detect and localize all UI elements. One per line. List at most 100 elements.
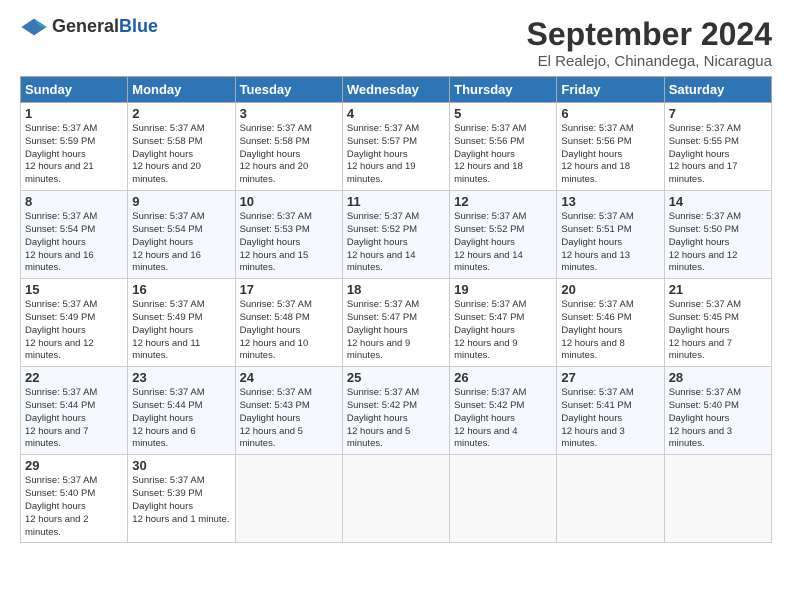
logo-blue: Blue xyxy=(119,16,158,36)
day-info: Sunrise: 5:37 AM Sunset: 5:44 PM Dayligh… xyxy=(25,387,123,451)
day-info: Sunrise: 5:37 AM Sunset: 5:47 PM Dayligh… xyxy=(347,299,445,363)
calendar-cell: 23 Sunrise: 5:37 AM Sunset: 5:44 PM Dayl… xyxy=(128,367,235,455)
day-info: Sunrise: 5:37 AM Sunset: 5:58 PM Dayligh… xyxy=(132,123,230,187)
calendar-cell xyxy=(342,455,449,543)
day-number: 16 xyxy=(132,282,230,297)
calendar-cell xyxy=(450,455,557,543)
col-thursday: Thursday xyxy=(450,77,557,103)
calendar-cell: 29 Sunrise: 5:37 AM Sunset: 5:40 PM Dayl… xyxy=(21,455,128,543)
day-number: 25 xyxy=(347,370,445,385)
day-info: Sunrise: 5:37 AM Sunset: 5:43 PM Dayligh… xyxy=(240,387,338,451)
day-info: Sunrise: 5:37 AM Sunset: 5:57 PM Dayligh… xyxy=(347,123,445,187)
day-info: Sunrise: 5:37 AM Sunset: 5:54 PM Dayligh… xyxy=(132,211,230,275)
day-info: Sunrise: 5:37 AM Sunset: 5:42 PM Dayligh… xyxy=(347,387,445,451)
day-number: 19 xyxy=(454,282,552,297)
day-info: Sunrise: 5:37 AM Sunset: 5:44 PM Dayligh… xyxy=(132,387,230,451)
col-monday: Monday xyxy=(128,77,235,103)
day-number: 29 xyxy=(25,458,123,473)
col-tuesday: Tuesday xyxy=(235,77,342,103)
day-info: Sunrise: 5:37 AM Sunset: 5:40 PM Dayligh… xyxy=(25,475,123,539)
day-info: Sunrise: 5:37 AM Sunset: 5:54 PM Dayligh… xyxy=(25,211,123,275)
day-info: Sunrise: 5:37 AM Sunset: 5:56 PM Dayligh… xyxy=(561,123,659,187)
day-number: 11 xyxy=(347,194,445,209)
calendar-cell: 10 Sunrise: 5:37 AM Sunset: 5:53 PM Dayl… xyxy=(235,191,342,279)
day-info: Sunrise: 5:37 AM Sunset: 5:59 PM Dayligh… xyxy=(25,123,123,187)
page-header: GeneralBlue September 2024 El Realejo, C… xyxy=(20,16,772,70)
calendar-cell: 25 Sunrise: 5:37 AM Sunset: 5:42 PM Dayl… xyxy=(342,367,449,455)
calendar-header-row: Sunday Monday Tuesday Wednesday Thursday… xyxy=(21,77,772,103)
logo: GeneralBlue xyxy=(20,16,158,37)
calendar-cell: 4 Sunrise: 5:37 AM Sunset: 5:57 PM Dayli… xyxy=(342,103,449,191)
day-number: 6 xyxy=(561,106,659,121)
day-number: 2 xyxy=(132,106,230,121)
day-number: 9 xyxy=(132,194,230,209)
title-section: September 2024 El Realejo, Chinandega, N… xyxy=(527,16,772,70)
page-container: GeneralBlue September 2024 El Realejo, C… xyxy=(0,0,792,559)
day-info: Sunrise: 5:37 AM Sunset: 5:55 PM Dayligh… xyxy=(669,123,767,187)
day-number: 14 xyxy=(669,194,767,209)
day-number: 21 xyxy=(669,282,767,297)
calendar-cell: 12 Sunrise: 5:37 AM Sunset: 5:52 PM Dayl… xyxy=(450,191,557,279)
calendar-cell: 9 Sunrise: 5:37 AM Sunset: 5:54 PM Dayli… xyxy=(128,191,235,279)
day-info: Sunrise: 5:37 AM Sunset: 5:39 PM Dayligh… xyxy=(132,475,230,526)
day-number: 27 xyxy=(561,370,659,385)
calendar-week-2: 8 Sunrise: 5:37 AM Sunset: 5:54 PM Dayli… xyxy=(21,191,772,279)
day-info: Sunrise: 5:37 AM Sunset: 5:49 PM Dayligh… xyxy=(25,299,123,363)
calendar-cell: 16 Sunrise: 5:37 AM Sunset: 5:49 PM Dayl… xyxy=(128,279,235,367)
day-number: 8 xyxy=(25,194,123,209)
calendar-cell: 20 Sunrise: 5:37 AM Sunset: 5:46 PM Dayl… xyxy=(557,279,664,367)
calendar-cell: 7 Sunrise: 5:37 AM Sunset: 5:55 PM Dayli… xyxy=(664,103,771,191)
calendar-cell: 19 Sunrise: 5:37 AM Sunset: 5:47 PM Dayl… xyxy=(450,279,557,367)
day-info: Sunrise: 5:37 AM Sunset: 5:58 PM Dayligh… xyxy=(240,123,338,187)
day-info: Sunrise: 5:37 AM Sunset: 5:52 PM Dayligh… xyxy=(347,211,445,275)
calendar-cell: 27 Sunrise: 5:37 AM Sunset: 5:41 PM Dayl… xyxy=(557,367,664,455)
generalblue-logo-icon xyxy=(20,17,48,37)
day-number: 30 xyxy=(132,458,230,473)
logo-text: GeneralBlue xyxy=(52,16,158,37)
calendar-cell xyxy=(557,455,664,543)
day-info: Sunrise: 5:37 AM Sunset: 5:46 PM Dayligh… xyxy=(561,299,659,363)
day-number: 12 xyxy=(454,194,552,209)
day-info: Sunrise: 5:37 AM Sunset: 5:52 PM Dayligh… xyxy=(454,211,552,275)
calendar-cell: 22 Sunrise: 5:37 AM Sunset: 5:44 PM Dayl… xyxy=(21,367,128,455)
calendar-cell: 5 Sunrise: 5:37 AM Sunset: 5:56 PM Dayli… xyxy=(450,103,557,191)
day-info: Sunrise: 5:37 AM Sunset: 5:42 PM Dayligh… xyxy=(454,387,552,451)
calendar-cell: 30 Sunrise: 5:37 AM Sunset: 5:39 PM Dayl… xyxy=(128,455,235,543)
calendar-cell: 24 Sunrise: 5:37 AM Sunset: 5:43 PM Dayl… xyxy=(235,367,342,455)
day-number: 10 xyxy=(240,194,338,209)
calendar-cell xyxy=(664,455,771,543)
col-wednesday: Wednesday xyxy=(342,77,449,103)
day-number: 7 xyxy=(669,106,767,121)
day-number: 28 xyxy=(669,370,767,385)
day-number: 5 xyxy=(454,106,552,121)
day-number: 22 xyxy=(25,370,123,385)
calendar-cell: 28 Sunrise: 5:37 AM Sunset: 5:40 PM Dayl… xyxy=(664,367,771,455)
calendar-cell: 11 Sunrise: 5:37 AM Sunset: 5:52 PM Dayl… xyxy=(342,191,449,279)
day-info: Sunrise: 5:37 AM Sunset: 5:51 PM Dayligh… xyxy=(561,211,659,275)
day-info: Sunrise: 5:37 AM Sunset: 5:56 PM Dayligh… xyxy=(454,123,552,187)
calendar-cell: 17 Sunrise: 5:37 AM Sunset: 5:48 PM Dayl… xyxy=(235,279,342,367)
calendar-cell: 21 Sunrise: 5:37 AM Sunset: 5:45 PM Dayl… xyxy=(664,279,771,367)
calendar-cell: 13 Sunrise: 5:37 AM Sunset: 5:51 PM Dayl… xyxy=(557,191,664,279)
calendar-week-5: 29 Sunrise: 5:37 AM Sunset: 5:40 PM Dayl… xyxy=(21,455,772,543)
day-info: Sunrise: 5:37 AM Sunset: 5:50 PM Dayligh… xyxy=(669,211,767,275)
calendar-week-1: 1 Sunrise: 5:37 AM Sunset: 5:59 PM Dayli… xyxy=(21,103,772,191)
col-saturday: Saturday xyxy=(664,77,771,103)
month-title: September 2024 xyxy=(527,16,772,53)
day-info: Sunrise: 5:37 AM Sunset: 5:47 PM Dayligh… xyxy=(454,299,552,363)
day-info: Sunrise: 5:37 AM Sunset: 5:41 PM Dayligh… xyxy=(561,387,659,451)
day-number: 15 xyxy=(25,282,123,297)
day-number: 23 xyxy=(132,370,230,385)
calendar-cell: 3 Sunrise: 5:37 AM Sunset: 5:58 PM Dayli… xyxy=(235,103,342,191)
calendar-cell: 2 Sunrise: 5:37 AM Sunset: 5:58 PM Dayli… xyxy=(128,103,235,191)
col-sunday: Sunday xyxy=(21,77,128,103)
day-info: Sunrise: 5:37 AM Sunset: 5:53 PM Dayligh… xyxy=(240,211,338,275)
logo-general: General xyxy=(52,16,119,36)
day-number: 26 xyxy=(454,370,552,385)
calendar-cell: 1 Sunrise: 5:37 AM Sunset: 5:59 PM Dayli… xyxy=(21,103,128,191)
day-number: 17 xyxy=(240,282,338,297)
calendar-cell: 14 Sunrise: 5:37 AM Sunset: 5:50 PM Dayl… xyxy=(664,191,771,279)
day-info: Sunrise: 5:37 AM Sunset: 5:45 PM Dayligh… xyxy=(669,299,767,363)
day-number: 20 xyxy=(561,282,659,297)
calendar-cell: 26 Sunrise: 5:37 AM Sunset: 5:42 PM Dayl… xyxy=(450,367,557,455)
